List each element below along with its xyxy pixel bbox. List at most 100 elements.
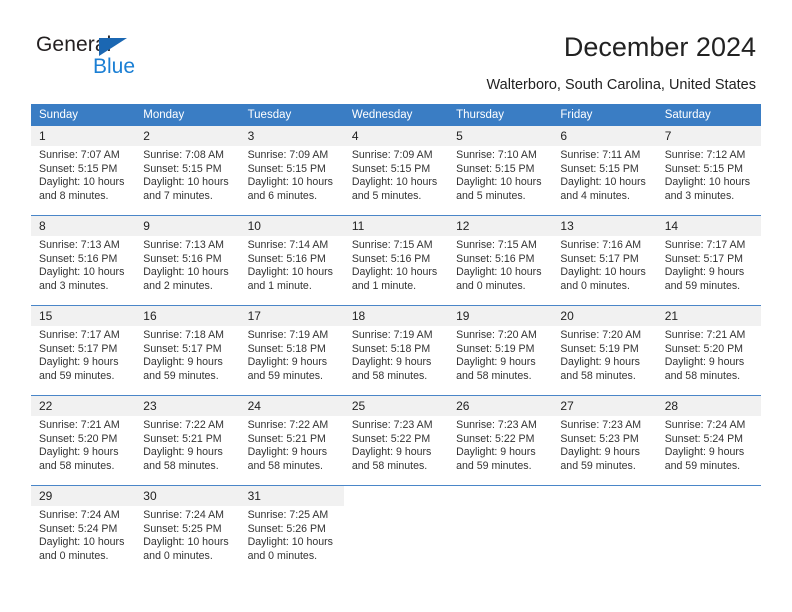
- day-number: 11: [343, 216, 449, 236]
- calendar-day-cell[interactable]: 3 Sunrise: 7:09 AM Sunset: 5:15 PM Daylight…: [239, 126, 344, 216]
- daylight-text-line1: Daylight: 9 hours: [143, 356, 223, 369]
- sunrise-text: Sunrise: 7:09 AM: [247, 149, 329, 161]
- general-blue-logo[interactable]: General Blue: [36, 33, 216, 83]
- daylight-text-line2: and 59 minutes.: [39, 369, 115, 382]
- day-details: Sunrise: 7:24 AM Sunset: 5:25 PM Daylight:…: [135, 506, 239, 563]
- daylight-text-line1: Daylight: 9 hours: [39, 356, 119, 369]
- daylight-text-line2: and 58 minutes.: [351, 369, 428, 382]
- day-details: Sunrise: 7:17 AM Sunset: 5:17 PM Daylight:…: [657, 236, 761, 293]
- daylight-text-line2: and 58 minutes.: [39, 459, 115, 472]
- calendar-day-cell[interactable]: 13 Sunrise: 7:16 AM Sunset: 5:17 PM Dayligh…: [552, 215, 657, 306]
- calendar-day-cell[interactable]: 5 Sunrise: 7:10 AM Sunset: 5:15 PM Daylight…: [448, 126, 553, 216]
- calendar-day-cell[interactable]: 8 Sunrise: 7:13 AM Sunset: 5:16 PM Daylight…: [31, 215, 136, 306]
- day-number: 23: [135, 396, 240, 416]
- calendar-day-cell[interactable]: 24 Sunrise: 7:22 AM Sunset: 5:21 PM Dayligh…: [239, 395, 344, 486]
- day-details: Sunrise: 7:20 AM Sunset: 5:19 PM Daylight:…: [448, 326, 552, 383]
- calendar-week-row: 29 Sunrise: 7:24 AM Sunset: 5:24 PM Dayligh…: [31, 485, 761, 575]
- calendar-day-cell[interactable]: 9 Sunrise: 7:13 AM Sunset: 5:16 PM Daylight…: [135, 215, 240, 306]
- daylight-text-line1: Daylight: 10 hours: [143, 266, 229, 279]
- calendar-day-cell[interactable]: 10 Sunrise: 7:14 AM Sunset: 5:16 PM Dayligh…: [239, 215, 344, 306]
- day-number: 19: [448, 306, 553, 326]
- calendar-day-cell[interactable]: 26 Sunrise: 7:23 AM Sunset: 5:22 PM Dayligh…: [448, 395, 553, 486]
- daylight-text-line2: and 0 minutes.: [39, 549, 109, 562]
- daylight-text-line1: Daylight: 9 hours: [560, 446, 640, 459]
- day-number: 18: [343, 306, 449, 326]
- logo-text-blue: Blue: [93, 55, 136, 78]
- daylight-text-line2: and 58 minutes.: [560, 369, 636, 382]
- calendar-day-cell[interactable]: 19 Sunrise: 7:20 AM Sunset: 5:19 PM Dayligh…: [448, 305, 553, 396]
- calendar-day-cell[interactable]: 14 Sunrise: 7:17 AM Sunset: 5:17 PM Dayligh…: [656, 215, 761, 306]
- day-details: Sunrise: 7:22 AM Sunset: 5:21 PM Daylight:…: [135, 416, 239, 473]
- sunset-text: Sunset: 5:16 PM: [39, 252, 118, 265]
- day-number: 7: [656, 126, 761, 146]
- day-details: Sunrise: 7:10 AM Sunset: 5:15 PM Daylight:…: [448, 146, 552, 203]
- calendar-day-cell[interactable]: 1 Sunrise: 7:07 AM Sunset: 5:15 PM Daylight…: [31, 126, 136, 216]
- day-number: 26: [448, 396, 553, 416]
- sunrise-text: Sunrise: 7:08 AM: [143, 149, 224, 161]
- calendar-day-cell-empty: [343, 485, 449, 575]
- sunrise-sunset-calendar: Sunday Monday Tuesday Wednesday Thursday…: [31, 104, 761, 575]
- day-number: 8: [31, 216, 136, 236]
- calendar-day-cell[interactable]: 18 Sunrise: 7:19 AM Sunset: 5:18 PM Dayligh…: [343, 305, 449, 396]
- daylight-text-line2: and 58 minutes.: [351, 459, 428, 472]
- calendar-header-row: Sunday Monday Tuesday Wednesday Thursday…: [31, 104, 761, 126]
- daylight-text-line1: Daylight: 10 hours: [456, 266, 542, 279]
- day-number: 31: [239, 486, 344, 506]
- sunrise-text: Sunrise: 7:21 AM: [664, 329, 746, 341]
- weekday-header-wednesday: Wednesday: [343, 104, 449, 126]
- calendar-day-cell[interactable]: 25 Sunrise: 7:23 AM Sunset: 5:22 PM Dayligh…: [343, 395, 449, 486]
- daylight-text-line1: Daylight: 9 hours: [351, 356, 432, 369]
- sunset-text: Sunset: 5:22 PM: [456, 432, 535, 445]
- calendar-day-cell[interactable]: 22 Sunrise: 7:21 AM Sunset: 5:20 PM Dayligh…: [31, 395, 136, 486]
- calendar-day-cell[interactable]: 4 Sunrise: 7:09 AM Sunset: 5:15 PM Daylight…: [343, 126, 449, 216]
- calendar-day-cell[interactable]: 15 Sunrise: 7:17 AM Sunset: 5:17 PM Dayligh…: [31, 305, 136, 396]
- calendar-day-cell[interactable]: 17 Sunrise: 7:19 AM Sunset: 5:18 PM Dayligh…: [239, 305, 344, 396]
- day-number: 20: [552, 306, 657, 326]
- day-details: Sunrise: 7:17 AM Sunset: 5:17 PM Daylight:…: [31, 326, 135, 383]
- day-details: Sunrise: 7:22 AM Sunset: 5:21 PM Daylight:…: [240, 416, 344, 473]
- daylight-text-line2: and 4 minutes.: [560, 189, 630, 202]
- calendar-day-cell[interactable]: 2 Sunrise: 7:08 AM Sunset: 5:15 PM Daylight…: [135, 126, 240, 216]
- daylight-text-line1: Daylight: 9 hours: [143, 446, 223, 459]
- sunset-text: Sunset: 5:15 PM: [247, 162, 326, 175]
- calendar-day-cell[interactable]: 27 Sunrise: 7:23 AM Sunset: 5:23 PM Dayligh…: [552, 395, 657, 486]
- daylight-text-line1: Daylight: 10 hours: [39, 266, 125, 279]
- sunset-text: Sunset: 5:23 PM: [560, 432, 639, 445]
- sunset-text: Sunset: 5:22 PM: [351, 432, 431, 445]
- page-title: December 2024: [563, 32, 756, 62]
- day-details: Sunrise: 7:09 AM Sunset: 5:15 PM Daylight:…: [240, 146, 344, 203]
- calendar-week-row: 1 Sunrise: 7:07 AM Sunset: 5:15 PM Daylight…: [31, 126, 761, 216]
- daylight-text-line2: and 59 minutes.: [560, 459, 636, 472]
- calendar-day-cell[interactable]: 16 Sunrise: 7:18 AM Sunset: 5:17 PM Dayligh…: [135, 305, 240, 396]
- calendar-day-cell[interactable]: 12 Sunrise: 7:15 AM Sunset: 5:16 PM Dayligh…: [448, 215, 553, 306]
- sunset-text: Sunset: 5:25 PM: [143, 522, 222, 535]
- day-details: Sunrise: 7:23 AM Sunset: 5:23 PM Daylight:…: [552, 416, 656, 473]
- daylight-text-line1: Daylight: 9 hours: [39, 446, 119, 459]
- sunset-text: Sunset: 5:21 PM: [143, 432, 222, 445]
- calendar-day-cell[interactable]: 28 Sunrise: 7:24 AM Sunset: 5:24 PM Dayligh…: [656, 395, 761, 486]
- calendar-day-cell[interactable]: 29 Sunrise: 7:24 AM Sunset: 5:24 PM Dayligh…: [31, 485, 136, 575]
- daylight-text-line1: Daylight: 9 hours: [456, 446, 536, 459]
- calendar-day-cell[interactable]: 23 Sunrise: 7:22 AM Sunset: 5:21 PM Dayligh…: [135, 395, 240, 486]
- calendar-day-cell[interactable]: 30 Sunrise: 7:24 AM Sunset: 5:25 PM Dayligh…: [135, 485, 240, 575]
- calendar-day-cell[interactable]: 31 Sunrise: 7:25 AM Sunset: 5:26 PM Dayligh…: [239, 485, 344, 575]
- calendar-day-cell[interactable]: 11 Sunrise: 7:15 AM Sunset: 5:16 PM Dayligh…: [343, 215, 449, 306]
- calendar-day-cell[interactable]: 21 Sunrise: 7:21 AM Sunset: 5:20 PM Dayligh…: [656, 305, 761, 396]
- calendar-day-cell[interactable]: 7 Sunrise: 7:12 AM Sunset: 5:15 PM Daylight…: [656, 126, 761, 216]
- daylight-text-line2: and 58 minutes.: [456, 369, 532, 382]
- sunset-text: Sunset: 5:16 PM: [351, 252, 431, 265]
- calendar-day-cell[interactable]: 20 Sunrise: 7:20 AM Sunset: 5:19 PM Dayligh…: [552, 305, 657, 396]
- day-details: Sunrise: 7:07 AM Sunset: 5:15 PM Daylight:…: [31, 146, 135, 203]
- sunset-text: Sunset: 5:17 PM: [143, 342, 222, 355]
- day-number: 13: [552, 216, 657, 236]
- daylight-text-line2: and 59 minutes.: [664, 279, 741, 292]
- daylight-text-line1: Daylight: 10 hours: [247, 266, 333, 279]
- daylight-text-line1: Daylight: 9 hours: [664, 266, 745, 279]
- calendar-week-row: 22 Sunrise: 7:21 AM Sunset: 5:20 PM Dayligh…: [31, 395, 761, 486]
- day-details: Sunrise: 7:13 AM Sunset: 5:16 PM Daylight:…: [135, 236, 239, 293]
- calendar-day-cell[interactable]: 6 Sunrise: 7:11 AM Sunset: 5:15 PM Daylight…: [552, 126, 657, 216]
- daylight-text-line2: and 7 minutes.: [143, 189, 213, 202]
- weekday-header-thursday: Thursday: [448, 104, 553, 126]
- day-number: 16: [135, 306, 240, 326]
- day-details: Sunrise: 7:19 AM Sunset: 5:18 PM Daylight:…: [240, 326, 344, 383]
